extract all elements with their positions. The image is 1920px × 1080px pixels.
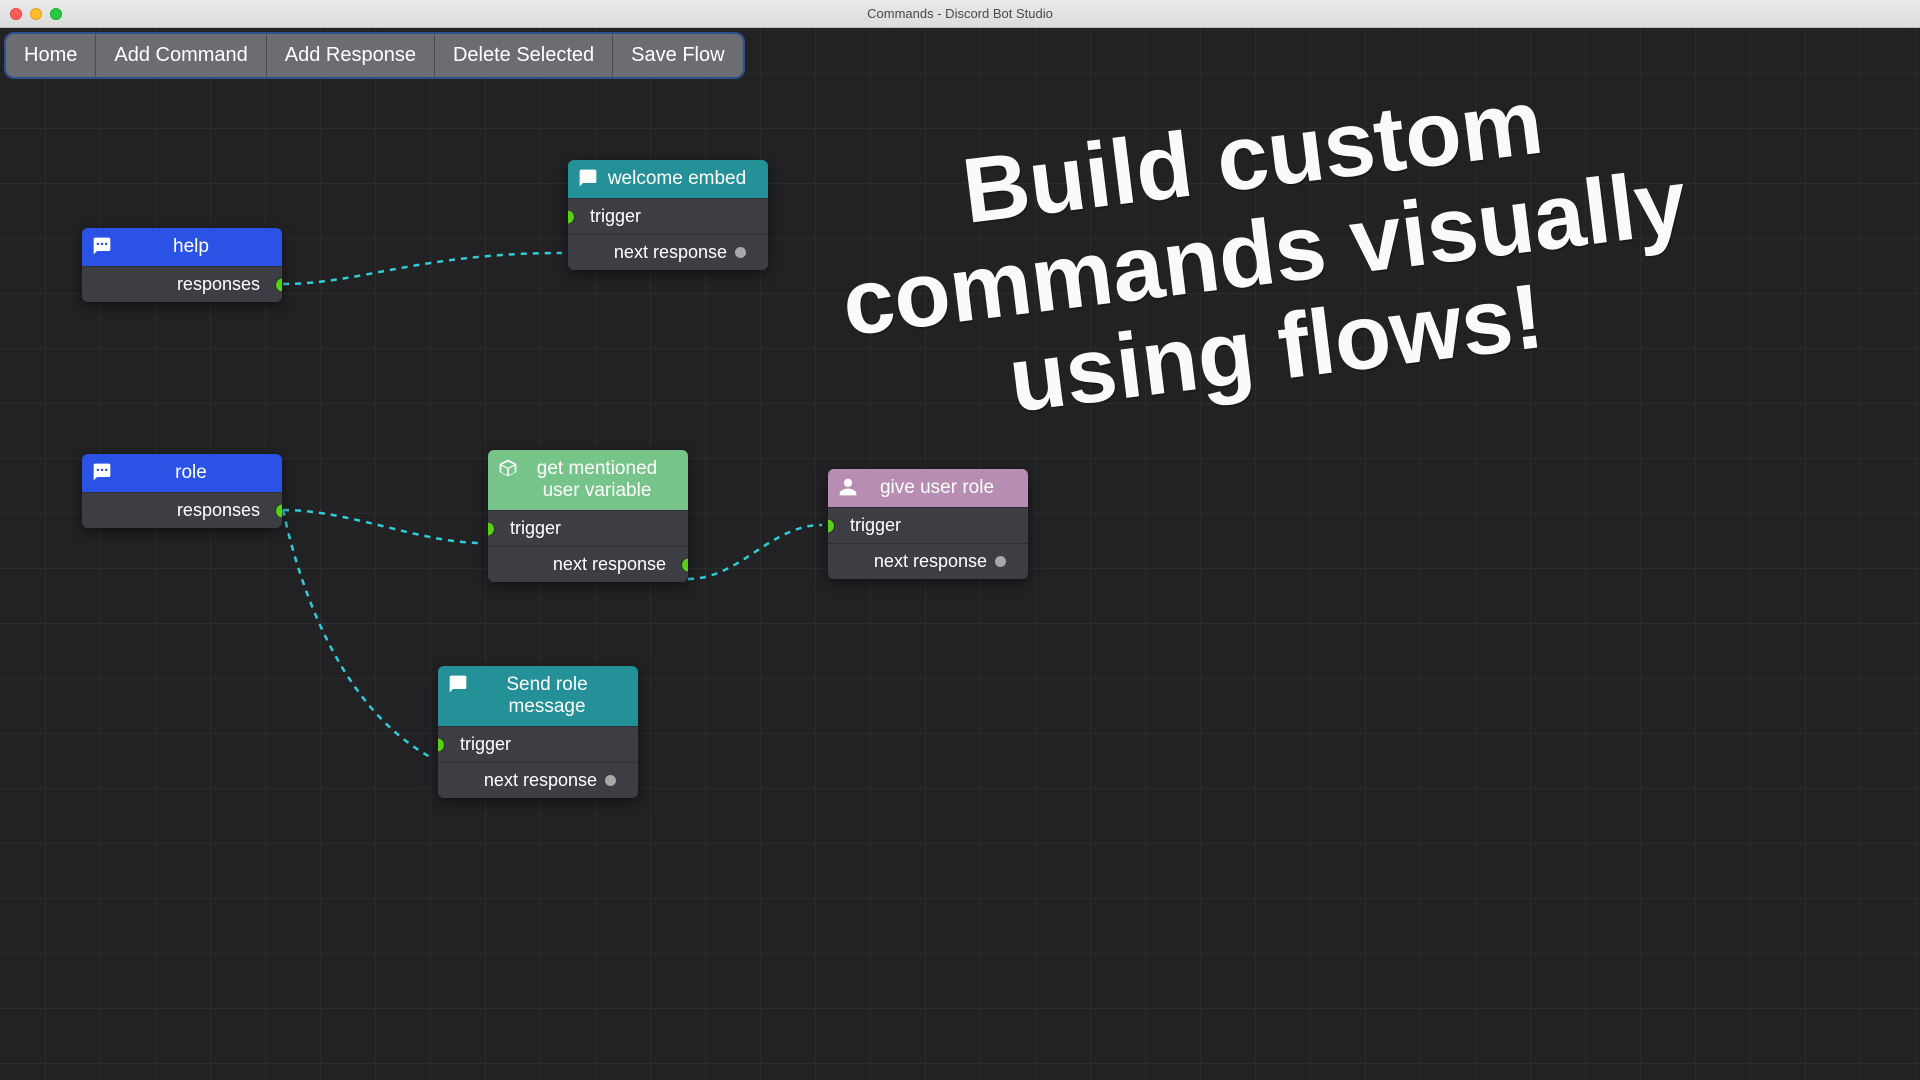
port-label: trigger: [590, 206, 641, 227]
add-response-button[interactable]: Add Response: [267, 34, 435, 77]
port-label: next response: [553, 554, 666, 575]
flow-canvas[interactable]: Home Add Command Add Response Delete Sel…: [0, 28, 1920, 1080]
node-title: help: [120, 236, 272, 258]
save-flow-button[interactable]: Save Flow: [613, 34, 742, 77]
port-label: trigger: [510, 518, 561, 539]
output-port-inactive[interactable]: [735, 247, 746, 258]
input-port[interactable]: [568, 210, 574, 223]
window-title: Commands - Discord Bot Studio: [0, 6, 1920, 21]
port-label: responses: [177, 500, 260, 521]
port-row-next-response: next response: [828, 543, 1028, 579]
node-header[interactable]: role: [82, 454, 282, 492]
node-welcome-embed[interactable]: welcome embed trigger next response: [568, 160, 768, 270]
port-row-trigger: trigger: [488, 510, 688, 546]
output-port[interactable]: [276, 504, 282, 517]
port-label: trigger: [850, 515, 901, 536]
node-title: give user role: [866, 477, 1018, 499]
port-label: trigger: [460, 734, 511, 755]
window-titlebar: Commands - Discord Bot Studio: [0, 0, 1920, 28]
minimize-window-button[interactable]: [30, 8, 42, 20]
promo-overlay-text: Build custom commands visually using flo…: [826, 57, 1704, 448]
node-title: role: [120, 462, 272, 484]
port-row-trigger: trigger: [438, 726, 638, 762]
wire-role-getvar: [283, 510, 482, 543]
maximize-window-button[interactable]: [50, 8, 62, 20]
chat-icon: [92, 236, 112, 256]
wire-getvar-giverole: [688, 525, 822, 579]
speech-icon: [448, 674, 468, 694]
node-title: get mentioned user variable: [526, 458, 678, 502]
node-title: Send role message: [476, 674, 628, 718]
port-row-next-response: next response: [568, 234, 768, 270]
port-row-next-response: next response: [438, 762, 638, 798]
input-port[interactable]: [828, 519, 834, 532]
node-help[interactable]: help responses: [82, 228, 282, 302]
port-row-responses: responses: [82, 492, 282, 528]
node-give-user-role[interactable]: give user role trigger next response: [828, 469, 1028, 579]
input-port[interactable]: [438, 738, 444, 751]
window-controls: [0, 8, 62, 20]
delete-selected-button[interactable]: Delete Selected: [435, 34, 613, 77]
node-header[interactable]: Send role message: [438, 666, 638, 726]
node-header[interactable]: get mentioned user variable: [488, 450, 688, 510]
close-window-button[interactable]: [10, 8, 22, 20]
home-button[interactable]: Home: [6, 34, 96, 77]
output-port-inactive[interactable]: [995, 556, 1006, 567]
port-label: next response: [484, 770, 597, 791]
node-send-role-message[interactable]: Send role message trigger next response: [438, 666, 638, 798]
add-command-button[interactable]: Add Command: [96, 34, 266, 77]
port-row-trigger: trigger: [568, 198, 768, 234]
port-row-trigger: trigger: [828, 507, 1028, 543]
port-label: next response: [614, 242, 727, 263]
node-header[interactable]: give user role: [828, 469, 1028, 507]
input-port[interactable]: [488, 522, 494, 535]
node-get-mentioned-user-variable[interactable]: get mentioned user variable trigger next…: [488, 450, 688, 582]
output-port-inactive[interactable]: [605, 775, 616, 786]
toolbar: Home Add Command Add Response Delete Sel…: [4, 32, 745, 79]
port-row-responses: responses: [82, 266, 282, 302]
port-label: next response: [874, 551, 987, 572]
wire-help-welcome: [283, 253, 562, 284]
port-row-next-response: next response: [488, 546, 688, 582]
node-role[interactable]: role responses: [82, 454, 282, 528]
node-header[interactable]: welcome embed: [568, 160, 768, 198]
output-port[interactable]: [276, 278, 282, 291]
user-icon: [838, 477, 858, 497]
wire-role-sendrole: [283, 510, 432, 758]
chat-icon: [92, 462, 112, 482]
output-port[interactable]: [682, 558, 688, 571]
speech-icon: [578, 168, 598, 188]
cube-icon: [498, 458, 518, 478]
node-header[interactable]: help: [82, 228, 282, 266]
node-title: welcome embed: [606, 168, 758, 190]
port-label: responses: [177, 274, 260, 295]
